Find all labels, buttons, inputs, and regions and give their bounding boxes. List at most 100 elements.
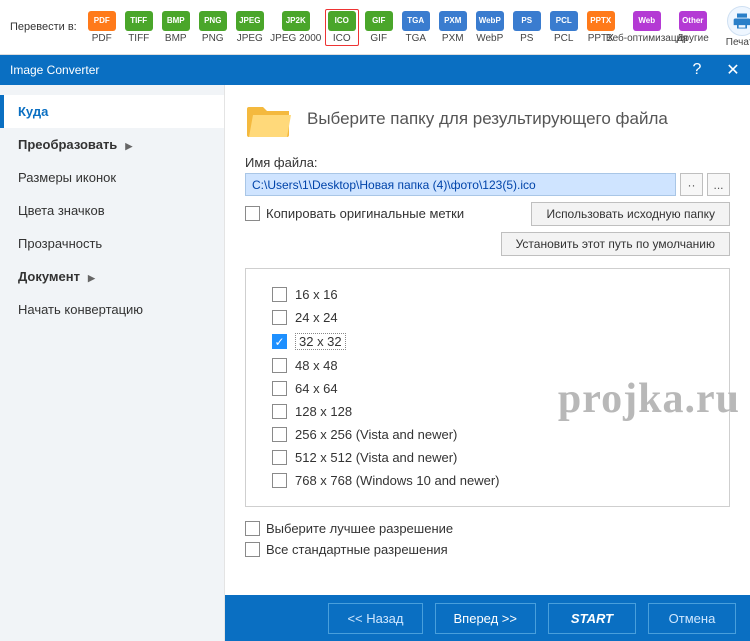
format-badge-icon: PS — [513, 11, 541, 31]
size-option-128[interactable]: 128 x 128 — [272, 400, 703, 423]
size-label: 256 x 256 (Vista and newer) — [295, 427, 457, 442]
size-option-24[interactable]: 24 x 24 — [272, 306, 703, 329]
format-label: PS — [520, 33, 533, 44]
cancel-button[interactable]: Отмена — [648, 603, 736, 634]
format-label: WebP — [476, 33, 503, 44]
best-resolution-checkbox[interactable] — [245, 521, 260, 536]
format-label: Другие — [677, 33, 709, 44]
size-checkbox[interactable] — [272, 473, 287, 488]
format-badge-icon: PNG — [199, 11, 227, 31]
format-webp[interactable]: WebP WebP — [473, 9, 507, 46]
size-option-512[interactable]: 512 x 512 (Vista and newer) — [272, 446, 703, 469]
size-option-48[interactable]: 48 x 48 — [272, 354, 703, 377]
page-header: Выберите папку для результирующего файла — [245, 97, 730, 141]
format-label: TIFF — [128, 33, 149, 44]
sidebar-item-прозрачность[interactable]: Прозрачность — [0, 227, 224, 260]
start-button[interactable]: START — [548, 603, 636, 634]
format-label: PNG — [202, 33, 224, 44]
all-standard-checkbox[interactable] — [245, 542, 260, 557]
size-checkbox[interactable] — [272, 404, 287, 419]
format-label: PCL — [554, 33, 573, 44]
size-option-16[interactable]: 16 x 16 — [272, 283, 703, 306]
next-button[interactable]: Вперед >> — [435, 603, 537, 634]
format-gif[interactable]: GIFGIF — [362, 9, 396, 46]
format-pxm[interactable]: PXMPXM — [436, 9, 470, 46]
size-checkbox[interactable] — [272, 381, 287, 396]
format-pdf[interactable]: PDFPDF — [85, 9, 119, 46]
size-option-32[interactable]: 32 x 32 — [272, 329, 703, 354]
sidebar-item-размеры-иконок[interactable]: Размеры иконок — [0, 161, 224, 194]
size-option-256[interactable]: 256 x 256 (Vista and newer) — [272, 423, 703, 446]
path-browse-button[interactable]: ... — [707, 173, 730, 196]
size-checkbox[interactable] — [272, 427, 287, 442]
sidebar-item-начать-конвертацию[interactable]: Начать конвертацию — [0, 293, 224, 326]
filename-input[interactable] — [245, 173, 676, 196]
printer-icon — [727, 6, 750, 36]
format-badge-icon: GIF — [365, 11, 393, 31]
format-badge-icon: PXM — [439, 11, 467, 31]
size-checkbox[interactable] — [272, 310, 287, 325]
format-ps[interactable]: PS PS — [510, 9, 544, 46]
icon-sizes-panel: 16 x 16 24 x 24 32 x 32 48 x 48 64 x 64 128 x… — [245, 268, 730, 507]
format-badge-icon: PDF — [88, 11, 116, 31]
size-checkbox[interactable] — [272, 358, 287, 373]
sidebar-item-label: Преобразовать — [18, 137, 117, 152]
size-checkbox[interactable] — [272, 450, 287, 465]
print-label: Печать — [726, 37, 750, 48]
sidebar-item-label: Размеры иконок — [18, 170, 116, 185]
sidebar-item-label: Прозрачность — [18, 236, 102, 251]
size-option-64[interactable]: 64 x 64 — [272, 377, 703, 400]
back-button[interactable]: << Назад — [328, 603, 422, 634]
format-bmp[interactable]: BMP BMP — [159, 9, 193, 46]
sidebar-item-цвета-значков[interactable]: Цвета значков — [0, 194, 224, 227]
format-label: JPEG — [237, 33, 263, 44]
size-label: 24 x 24 — [295, 310, 338, 325]
sidebar-item-документ[interactable]: Документ — [0, 260, 224, 293]
format-toolbar: Перевести в: PDFPDFTIFFTIFF BMP BMP PNG PNG J… — [0, 0, 750, 55]
help-icon[interactable]: ? — [688, 61, 706, 79]
path-clear-button[interactable]: ·· — [680, 173, 703, 196]
format-tga[interactable]: TGATGA — [399, 9, 433, 46]
size-checkbox[interactable] — [272, 334, 287, 349]
format-badge-icon: WebP — [476, 11, 504, 31]
best-resolution-row[interactable]: Выберите лучшее разрешение — [245, 521, 730, 536]
format-badge-icon: Other — [679, 11, 707, 31]
close-icon[interactable]: ✕ — [724, 61, 742, 79]
format-веб-оптимизация[interactable]: WebВеб-оптимизация — [621, 9, 673, 46]
format-label: JPEG 2000 — [270, 33, 321, 44]
print-button[interactable]: Печать — [726, 6, 750, 48]
sidebar-item-label: Куда — [18, 104, 48, 119]
set-default-path-button[interactable]: Установить этот путь по умолчанию — [501, 232, 730, 256]
format-ico[interactable]: ICOICO — [325, 9, 359, 46]
format-badge-icon: Web — [633, 11, 661, 31]
format-jpeg[interactable]: JPEG JPEG — [233, 9, 267, 46]
format-png[interactable]: PNG PNG — [196, 9, 230, 46]
sidebar-item-преобразовать[interactable]: Преобразовать — [0, 128, 224, 161]
all-standard-row[interactable]: Все стандартные разрешения — [245, 542, 730, 557]
format-badge-icon: BMP — [162, 11, 190, 31]
content: Выберите папку для результирующего файла… — [225, 85, 750, 641]
page-title: Выберите папку для результирующего файла — [307, 109, 668, 129]
use-source-folder-button[interactable]: Использовать исходную папку — [531, 202, 730, 226]
size-label: 64 x 64 — [295, 381, 338, 396]
format-tiff[interactable]: TIFFTIFF — [122, 9, 156, 46]
window-title: Image Converter — [10, 63, 99, 77]
copy-tags-row[interactable]: Копировать оригинальные метки — [245, 206, 464, 221]
sidebar-item-label: Начать конвертацию — [18, 302, 143, 317]
sidebar-item-label: Цвета значков — [18, 203, 105, 218]
size-option-768[interactable]: 768 x 768 (Windows 10 and newer) — [272, 469, 703, 492]
format-pcl[interactable]: PCL PCL — [547, 9, 581, 46]
toolbar-label: Перевести в: — [10, 21, 77, 33]
format-jpeg-2000[interactable]: JP2KJPEG 2000 — [270, 9, 322, 46]
format-badge-icon: JPEG — [236, 11, 264, 31]
format-другие[interactable]: Other Другие — [676, 9, 710, 46]
format-badge-icon: PCL — [550, 11, 578, 31]
copy-tags-checkbox[interactable] — [245, 206, 260, 221]
size-checkbox[interactable] — [272, 287, 287, 302]
format-label: BMP — [165, 33, 187, 44]
size-label: 48 x 48 — [295, 358, 338, 373]
filename-row: ·· ... — [245, 173, 730, 196]
format-badge-icon: TGA — [402, 11, 430, 31]
sidebar-item-куда[interactable]: Куда — [0, 95, 224, 128]
sidebar-item-label: Документ — [18, 269, 80, 284]
